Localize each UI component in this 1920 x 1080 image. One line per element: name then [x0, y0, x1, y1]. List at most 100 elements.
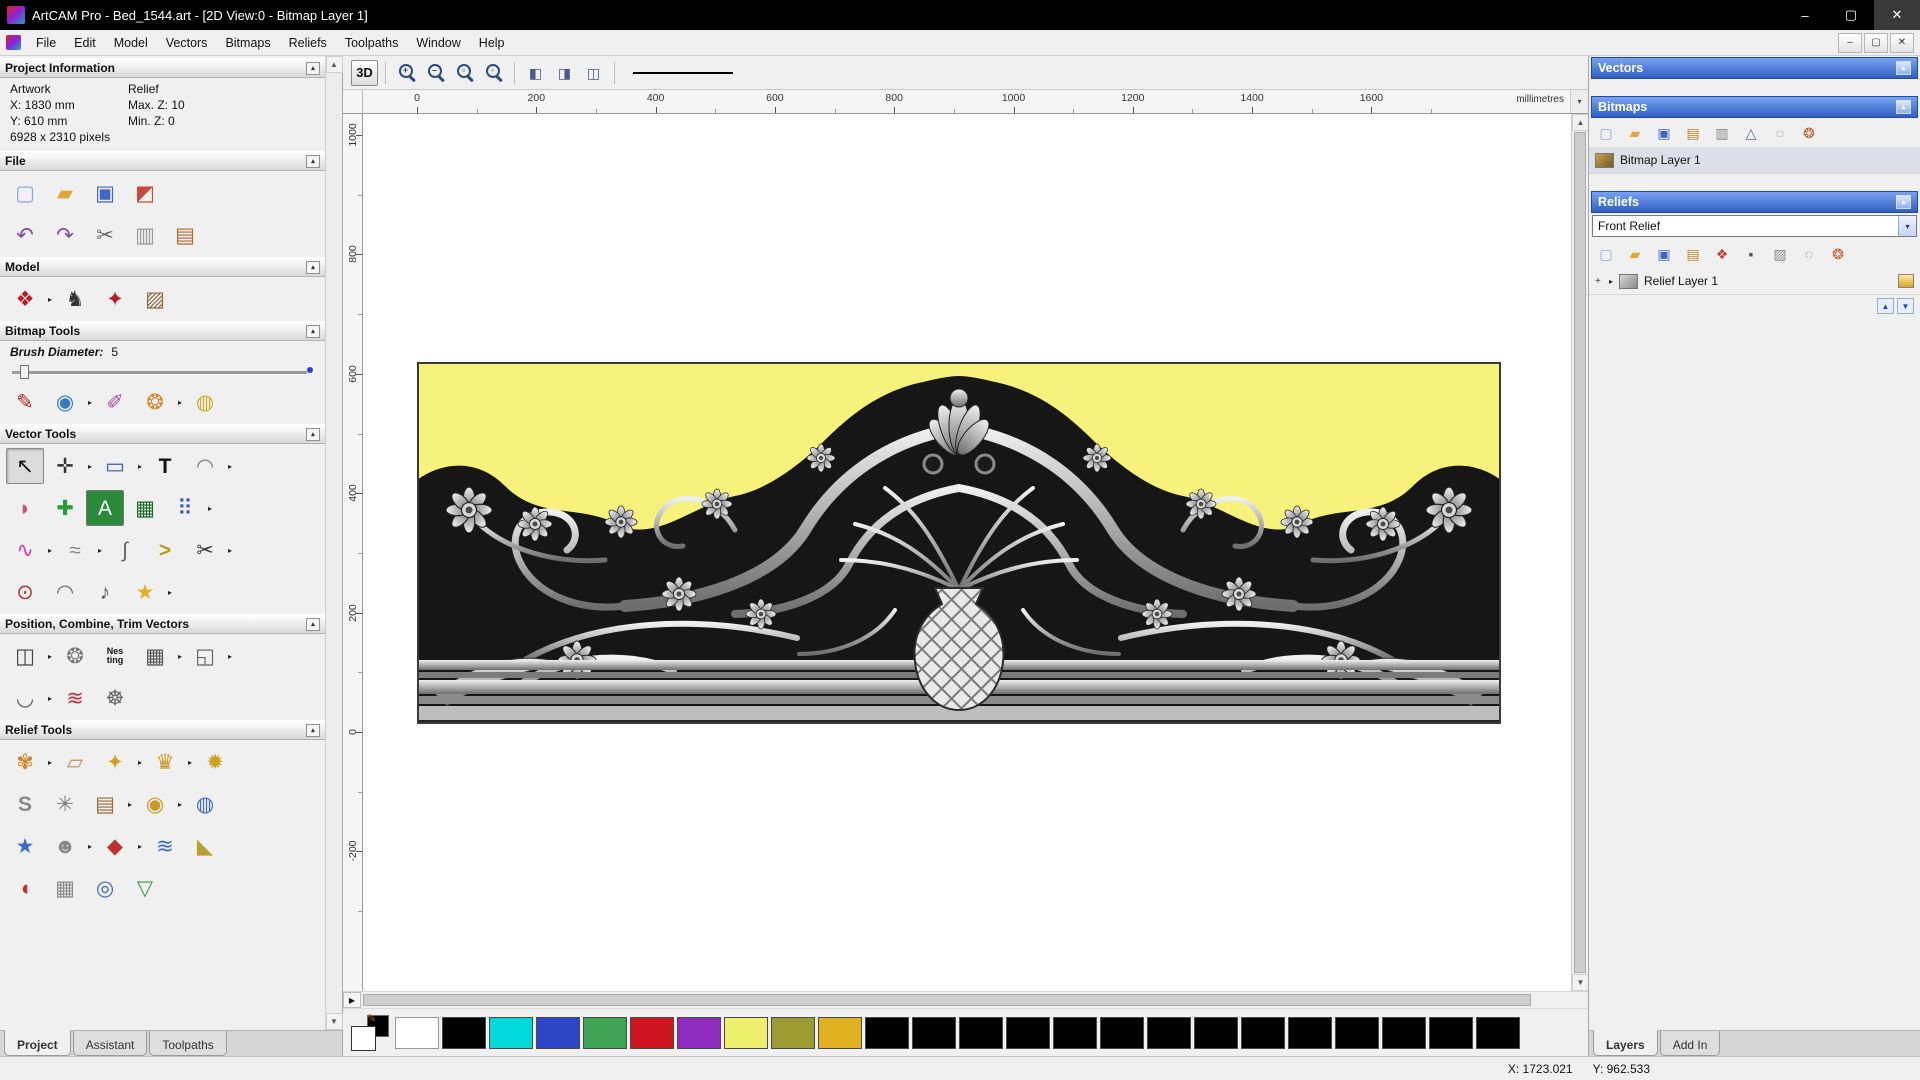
wrap-relief[interactable]: ◎ [86, 870, 124, 906]
zoom-out[interactable]: – [422, 60, 449, 86]
bitmaps-header[interactable]: Bitmaps ▴ [1591, 96, 1918, 118]
emboss-wizard[interactable]: ◍ [186, 786, 224, 822]
create-star-flyout[interactable]: ▸ [166, 588, 174, 597]
arc-tool[interactable]: > [146, 532, 184, 568]
palette-colour-2[interactable] [442, 1017, 486, 1049]
new-model[interactable]: ▢ [6, 175, 44, 211]
import-model[interactable]: ◩ [126, 175, 164, 211]
canvas-hscrollbar[interactable] [361, 992, 1571, 1008]
smoothing-tool[interactable]: ▱ [56, 744, 94, 780]
section-header-bitmap-tools[interactable]: Bitmap Tools ▴ [0, 321, 325, 341]
brush-diameter-slider[interactable] [12, 362, 313, 380]
new-bitmap-layer[interactable]: ▢ [1593, 121, 1619, 144]
close-button[interactable]: ✕ [1874, 0, 1920, 30]
scale-relief-layer[interactable]: ▨ [1767, 242, 1793, 265]
palette-colour-1[interactable] [395, 1017, 439, 1049]
tab-assistant[interactable]: Assistant [73, 1031, 148, 1056]
relief-clipart-flyout[interactable]: ▸ [126, 800, 134, 809]
model-properties[interactable]: ❖ [6, 281, 44, 317]
collapse-relief-tools[interactable]: ▴ [306, 724, 320, 737]
view-3d[interactable]: 3D [351, 60, 378, 86]
section-header-position[interactable]: Position, Combine, Trim Vectors ▴ [0, 614, 325, 634]
palette-colour-24[interactable] [1476, 1017, 1520, 1049]
relief-combo-dropdown[interactable]: ▾ [1898, 216, 1916, 236]
vscroll-thumb[interactable] [1574, 132, 1586, 973]
sweep-profile[interactable]: S [6, 786, 44, 822]
snap-points-flyout[interactable]: ▸ [206, 504, 214, 513]
section-header-vector-tools[interactable]: Vector Tools ▴ [0, 424, 325, 444]
menu-edit[interactable]: Edit [65, 30, 105, 55]
palette-colour-11[interactable] [865, 1017, 909, 1049]
mirror-vectors[interactable]: ◡ [6, 680, 44, 716]
vectors-collapse-button[interactable]: ▴ [1896, 61, 1911, 75]
turn-model-flyout[interactable]: ▸ [176, 800, 184, 809]
line-style-preview[interactable] [622, 60, 744, 86]
palette-colour-13[interactable] [959, 1017, 1003, 1049]
create-grid[interactable]: ▦ [126, 490, 164, 526]
distort-vectors[interactable]: ≋ [56, 680, 94, 716]
tab-add-in[interactable]: Add In [1660, 1031, 1721, 1056]
extrude-tool[interactable]: ⊙ [6, 574, 44, 610]
fillet-tool[interactable]: ◠ [46, 574, 84, 610]
hscroll-thumb[interactable] [363, 994, 1531, 1006]
redo[interactable]: ↷ [46, 217, 84, 253]
section-header-project-information[interactable]: Project Information ▴ [0, 58, 325, 78]
zoom-in[interactable]: + [393, 60, 420, 86]
child-restore-button[interactable]: ▢ [1864, 33, 1888, 53]
move-layer-down-button[interactable]: ▼ [1897, 298, 1914, 314]
model-texture[interactable]: ▨ [136, 281, 174, 317]
texture-flow[interactable]: ≋ [146, 828, 184, 864]
slider-track[interactable] [12, 371, 307, 374]
collapse-model[interactable]: ▴ [306, 261, 320, 274]
palette-colour-22[interactable] [1382, 1017, 1426, 1049]
mirror-vectors-flyout[interactable]: ▸ [46, 694, 54, 703]
trim-vectors[interactable]: ✂ [186, 532, 224, 568]
star-relief[interactable]: ★ [6, 828, 44, 864]
save-model[interactable]: ▣ [86, 175, 124, 211]
shape-editor[interactable]: ✦ [96, 744, 134, 780]
ruler-options-button[interactable]: ▾ [1570, 90, 1588, 114]
measure-tool[interactable]: ◠ [186, 448, 224, 484]
model-resize[interactable]: ♞ [56, 281, 94, 317]
vscroll-down[interactable]: ▼ [1572, 974, 1589, 991]
transform-vectors-flyout[interactable]: ▸ [86, 462, 94, 471]
collapse-position[interactable]: ▴ [306, 618, 320, 631]
slice-relief[interactable]: ▽ [126, 870, 164, 906]
convert-text[interactable]: A [86, 490, 124, 526]
model-properties-flyout[interactable]: ▸ [46, 295, 54, 304]
dome-relief[interactable]: ◆ [96, 828, 134, 864]
relief-colours[interactable]: ❂ [1825, 242, 1851, 265]
collapse-file[interactable]: ▴ [306, 155, 320, 168]
snap-points[interactable]: ⠿ [166, 490, 204, 526]
flood-fill[interactable]: ◉ [46, 384, 84, 420]
toggle-preview[interactable]: ◫ [580, 60, 607, 86]
align-objects-flyout[interactable]: ▸ [46, 652, 54, 661]
collapse-project-information[interactable]: ▴ [306, 62, 320, 75]
weld-vectors-flyout[interactable]: ▸ [226, 652, 234, 661]
open-model[interactable]: ▰ [46, 175, 84, 211]
align-objects[interactable]: ◫ [6, 638, 44, 674]
open-bitmap-layer[interactable]: ▰ [1622, 121, 1648, 144]
collapse-vector-tools[interactable]: ▴ [306, 428, 320, 441]
menu-vectors[interactable]: Vectors [157, 30, 217, 55]
palette-colour-4[interactable] [536, 1017, 580, 1049]
create-curve[interactable]: ∫ [106, 532, 144, 568]
menu-help[interactable]: Help [470, 30, 514, 55]
palette-colour-16[interactable] [1100, 1017, 1144, 1049]
merge-bitmap-layers[interactable]: ▥ [1709, 121, 1735, 144]
palette-colour-6[interactable] [630, 1017, 674, 1049]
paste[interactable]: ▤ [166, 217, 204, 253]
block-copy[interactable]: ▦ [136, 638, 174, 674]
new-relief-layer[interactable]: ▢ [1593, 242, 1619, 265]
collapse-bitmap-tools[interactable]: ▴ [306, 325, 320, 338]
zoom-window[interactable]: ▫ [451, 60, 478, 86]
section-header-file[interactable]: File ▴ [0, 151, 325, 171]
paste-relief-layer[interactable]: ▤ [1680, 242, 1706, 265]
relief-artwork[interactable] [417, 362, 1501, 724]
primary-colour[interactable] [351, 1026, 376, 1051]
cut[interactable]: ✂ [86, 217, 124, 253]
relief-layer-plus[interactable]: + [1595, 276, 1603, 287]
restore-button[interactable]: ▢ [1828, 0, 1874, 30]
texture-relief[interactable]: ✹ [196, 744, 234, 780]
weld-vectors[interactable]: ◱ [186, 638, 224, 674]
